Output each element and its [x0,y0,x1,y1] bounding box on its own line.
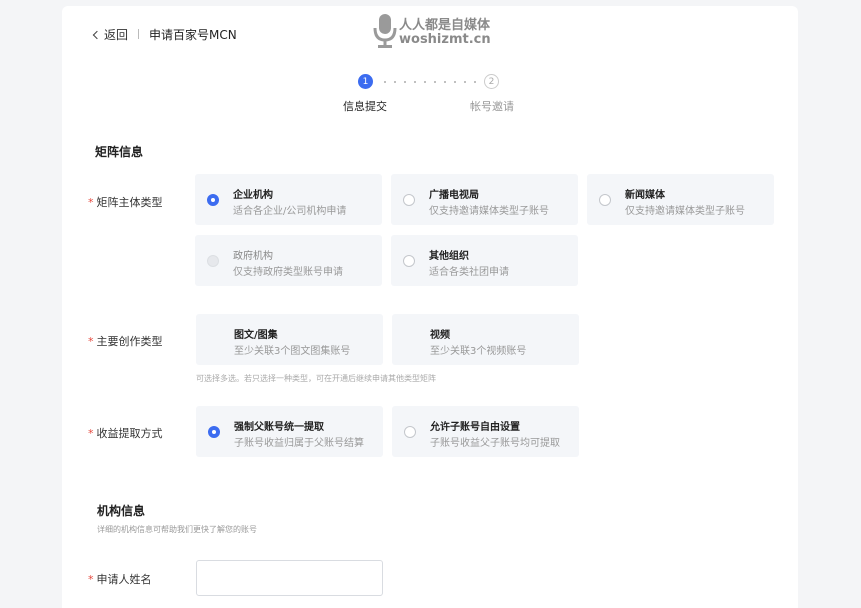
radio-icon [207,255,219,267]
watermark-url: woshizmt.cn [399,32,491,47]
step-1-label: 信息提交 [343,100,387,113]
option-title: 企业机构 [233,190,273,201]
radio-icon[interactable] [403,255,415,267]
radio-icon[interactable] [207,194,219,206]
option-title: 图文/图集 [234,330,278,341]
option-desc: 适合各类社团申请 [429,267,509,278]
chevron-left-icon [92,30,102,39]
option-desc: 子账号收益父子账号均可提取 [430,438,560,449]
page-title: 申请百家号MCN [149,27,237,42]
header-bar: 返回 申请百家号MCN [92,26,237,43]
option-desc: 仅支持邀请媒体类型子账号 [625,206,745,217]
radio-icon[interactable] [599,194,611,206]
section-desc-org: 详细的机构信息可帮助我们更快了解您的账号 [97,525,257,534]
option-title: 广播电视局 [429,190,479,201]
radio-icon[interactable] [208,426,220,438]
step-1-indicator: 1 [358,74,373,89]
option-enterprise[interactable]: 企业机构 适合各企业/公司机构申请 [195,174,382,225]
option-desc: 仅支持邀请媒体类型子账号 [429,206,549,217]
option-title: 允许子账号自由设置 [430,422,520,433]
option-other-org[interactable]: 其他组织 适合各类社团申请 [391,235,578,286]
section-title-org: 机构信息 [97,504,146,518]
option-graphic-gallery[interactable]: 图文/图集 至少关联3个图文图集账号 [196,314,383,365]
option-desc: 适合各企业/公司机构申请 [233,206,347,217]
option-broadcast-tv[interactable]: 广播电视局 仅支持邀请媒体类型子账号 [391,174,578,225]
radio-icon[interactable] [404,426,416,438]
option-desc: 子账号收益归属于父账号结算 [234,438,364,449]
step-2-label: 帐号邀请 [470,100,514,113]
option-title: 新闻媒体 [625,190,665,201]
required-mark: * [88,427,94,440]
option-news-media[interactable]: 新闻媒体 仅支持邀请媒体类型子账号 [587,174,774,225]
step-connector [380,81,478,83]
required-mark: * [88,573,94,586]
field-label-creation-type: * 主要创作类型 [88,335,163,348]
stepper: 1 2 信息提交 帐号邀请 [340,72,530,116]
option-child-free-setting[interactable]: 允许子账号自由设置 子账号收益父子账号均可提取 [392,406,579,457]
radio-icon[interactable] [403,194,415,206]
microphone-icon [373,14,397,48]
option-title: 其他组织 [429,251,469,262]
option-title: 强制父账号统一提取 [234,422,324,433]
option-title: 视频 [430,330,450,341]
section-title-matrix: 矩阵信息 [95,145,144,159]
required-mark: * [88,196,94,209]
applicant-name-input[interactable] [196,560,383,596]
option-video[interactable]: 视频 至少关联3个视频账号 [392,314,579,365]
divider [138,29,140,39]
back-label: 返回 [104,27,129,42]
option-government: 政府机构 仅支持政府类型账号申请 [195,235,382,286]
field-label-revenue-method: * 收益提取方式 [88,427,163,440]
option-desc: 至少关联3个视频账号 [430,346,527,357]
option-title: 政府机构 [233,251,273,262]
option-desc: 仅支持政府类型账号申请 [233,267,343,278]
field-label-subject-type: * 矩阵主体类型 [88,196,163,209]
option-parent-withdraw[interactable]: 强制父账号统一提取 子账号收益归属于父账号结算 [196,406,383,457]
option-desc: 至少关联3个图文图集账号 [234,346,351,357]
back-button[interactable]: 返回 [92,26,129,43]
creation-type-hint: 可选择多选。若只选择一种类型，可在开通后继续申请其他类型矩阵 [196,374,436,383]
step-2-indicator: 2 [484,74,499,89]
watermark: 人人都是自媒体 woshizmt.cn [372,12,492,52]
field-label-applicant-name: * 申请人姓名 [88,573,152,586]
required-mark: * [88,335,94,348]
watermark-text: 人人都是自媒体 [399,18,491,33]
